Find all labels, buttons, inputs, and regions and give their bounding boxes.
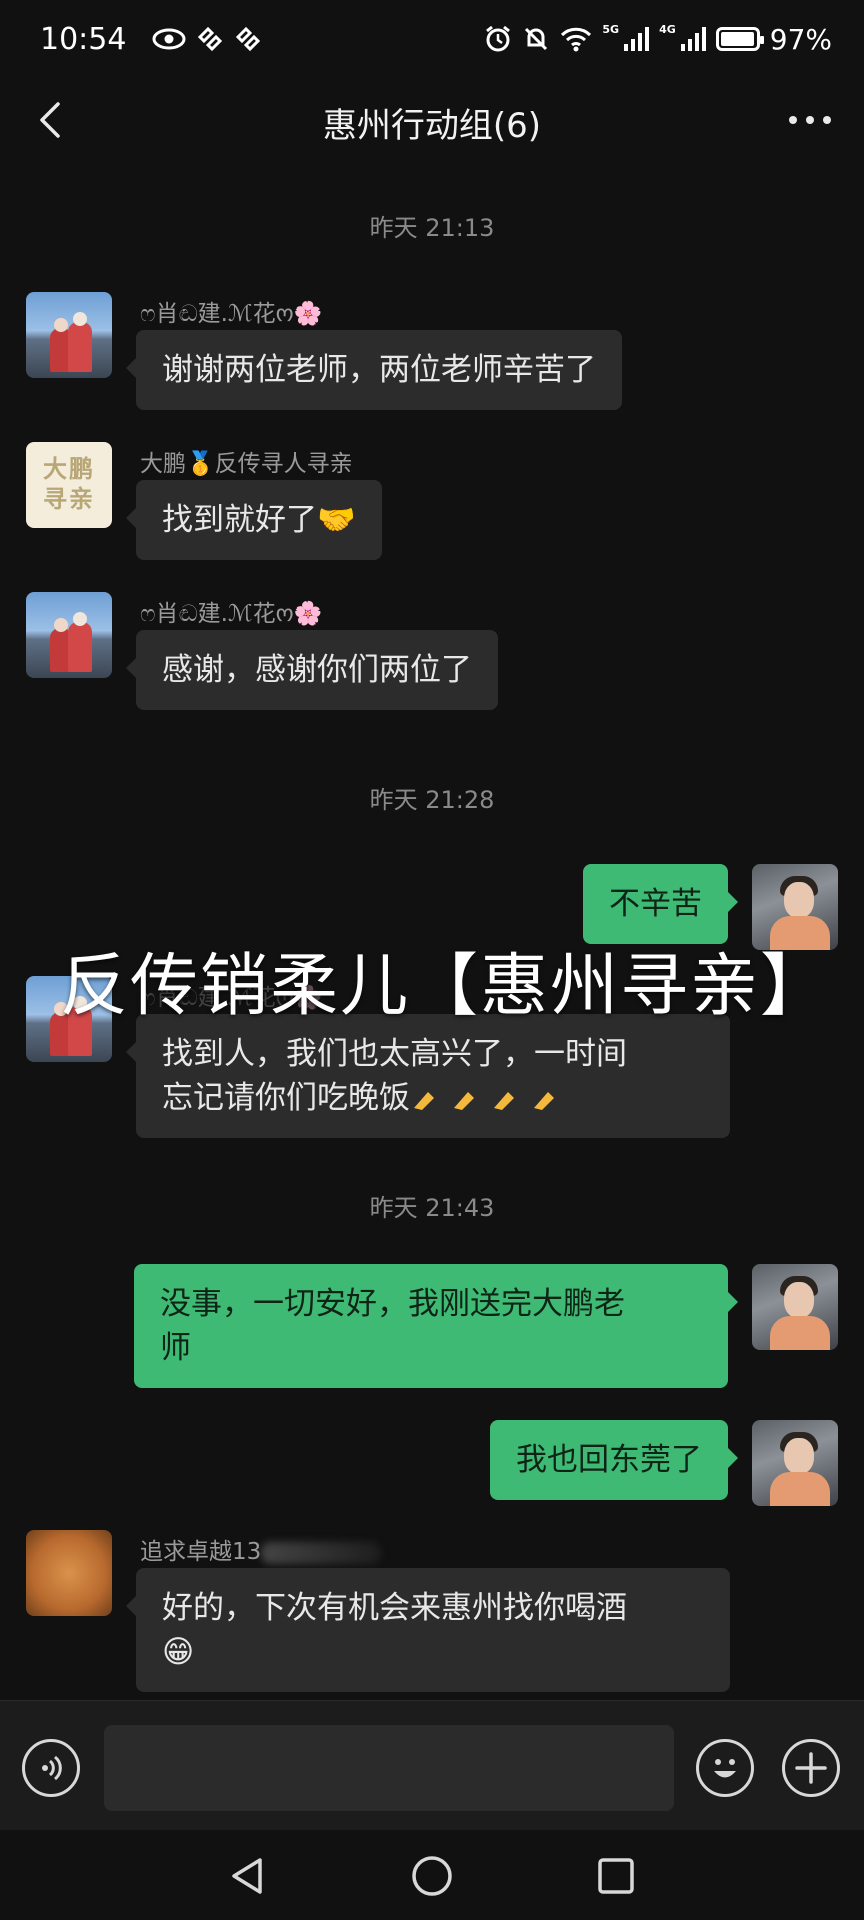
wifi-icon <box>561 27 592 52</box>
pray-hands-icon <box>494 1092 514 1110</box>
eye-icon <box>152 28 186 50</box>
alarm-icon <box>486 25 511 52</box>
system-nav-bar <box>0 1830 864 1920</box>
avatar[interactable] <box>26 292 112 378</box>
voice-icon <box>42 1755 62 1781</box>
net-4g-label: 4G <box>659 22 676 36</box>
chat-header: 惠州行动组(6) <box>0 80 864 160</box>
net-5g-label: 5G <box>602 22 620 36</box>
message-bubble[interactable]: 感谢，感谢你们两位了 <box>126 630 498 710</box>
timestamp: 昨天 21:43 <box>369 1194 495 1222</box>
message-line-2: 😁 <box>162 1634 195 1670</box>
battery-icon <box>715 27 764 51</box>
message-line-2: 师 <box>160 1330 191 1366</box>
more-icon <box>789 116 831 124</box>
nav-home-button[interactable] <box>404 1848 460 1904</box>
app-notify-icon <box>197 26 223 52</box>
watermark-text: 反传销柔儿【惠州寻亲】 <box>60 947 831 1026</box>
my-avatar[interactable] <box>752 1264 838 1350</box>
status-time: 10:54 <box>40 22 127 57</box>
nav-home-icon <box>412 1856 452 1896</box>
chat-title: 惠州行动组(6) <box>322 106 542 146</box>
message-bubble[interactable]: 找到人，我们也太高兴了，一时间 忘记请你们吃晚饭 <box>126 1014 730 1138</box>
emoji-icon <box>714 1759 736 1778</box>
battery-fill <box>720 32 754 46</box>
status-left-icons <box>152 22 262 56</box>
battery-percent: 97% <box>769 22 832 56</box>
more-button[interactable] <box>782 96 838 144</box>
nav-back-button[interactable] <box>220 1848 276 1904</box>
message-input[interactable] <box>104 1725 674 1811</box>
avatar-text: 寻亲 <box>43 485 95 513</box>
avatar[interactable] <box>26 1530 112 1616</box>
pray-hands-icon <box>454 1092 474 1110</box>
plus-icon <box>795 1752 827 1784</box>
pray-hands-icon <box>534 1092 554 1110</box>
sender-name: 大鹏🥇反传寻人寻亲 <box>140 451 353 477</box>
avatar-text: 大鹏 <box>43 455 95 483</box>
sender-name: 追求卓越13 <box>140 1532 382 1566</box>
message-bubble-outgoing[interactable]: 我也回东莞了 <box>490 1420 738 1500</box>
message-bubble[interactable]: 好的，下次有机会来惠州找你喝酒 😁 <box>126 1568 730 1692</box>
sender-name: ෆ肖ඬ建.ℳ花ო🌸 <box>140 601 323 627</box>
sender-name: ෆ肖ඬ建.ℳ花ო🌸 <box>140 301 323 327</box>
message-bubble[interactable]: 谢谢两位老师，两位老师辛苦了 <box>126 330 622 410</box>
nav-recents-icon <box>598 1858 634 1894</box>
status-right: 5G 4G 97% <box>484 22 832 56</box>
timestamp: 昨天 21:13 <box>369 214 495 242</box>
status-bar: 10:54 5G 4G 97% <box>0 0 864 80</box>
my-avatar[interactable] <box>752 1420 838 1506</box>
pray-hands-icon <box>414 1092 434 1110</box>
signal-icon <box>624 27 650 51</box>
message-line: 找到人，我们也太高兴了，一时间 <box>162 1036 627 1072</box>
blurred-text <box>261 1541 382 1564</box>
timestamp: 昨天 21:28 <box>369 786 495 814</box>
message-line-2: 忘记请你们吃晚饭 <box>162 1076 704 1120</box>
nav-recents-button[interactable] <box>588 1848 644 1904</box>
plus-button[interactable] <box>782 1739 840 1797</box>
message-bubble-outgoing[interactable]: 没事，一切安好，我刚送完大鹏老 师 <box>134 1264 738 1388</box>
message-bubble[interactable]: 找到就好了🤝 <box>126 480 382 560</box>
signal-icon-2 <box>680 27 706 51</box>
message-line: 没事，一切安好，我刚送完大鹏老 <box>160 1286 625 1322</box>
avatar[interactable]: 大鹏 寻亲 <box>26 442 112 528</box>
message-line: 好的，下次有机会来惠州找你喝酒 <box>162 1590 627 1626</box>
input-bar <box>0 1700 864 1830</box>
mute-bell-icon <box>525 27 548 51</box>
avatar[interactable] <box>26 592 112 678</box>
voice-button[interactable] <box>22 1739 80 1797</box>
emoji-button[interactable] <box>696 1739 754 1797</box>
app-notify-icon-2 <box>235 26 261 52</box>
nav-back-icon <box>232 1858 262 1894</box>
